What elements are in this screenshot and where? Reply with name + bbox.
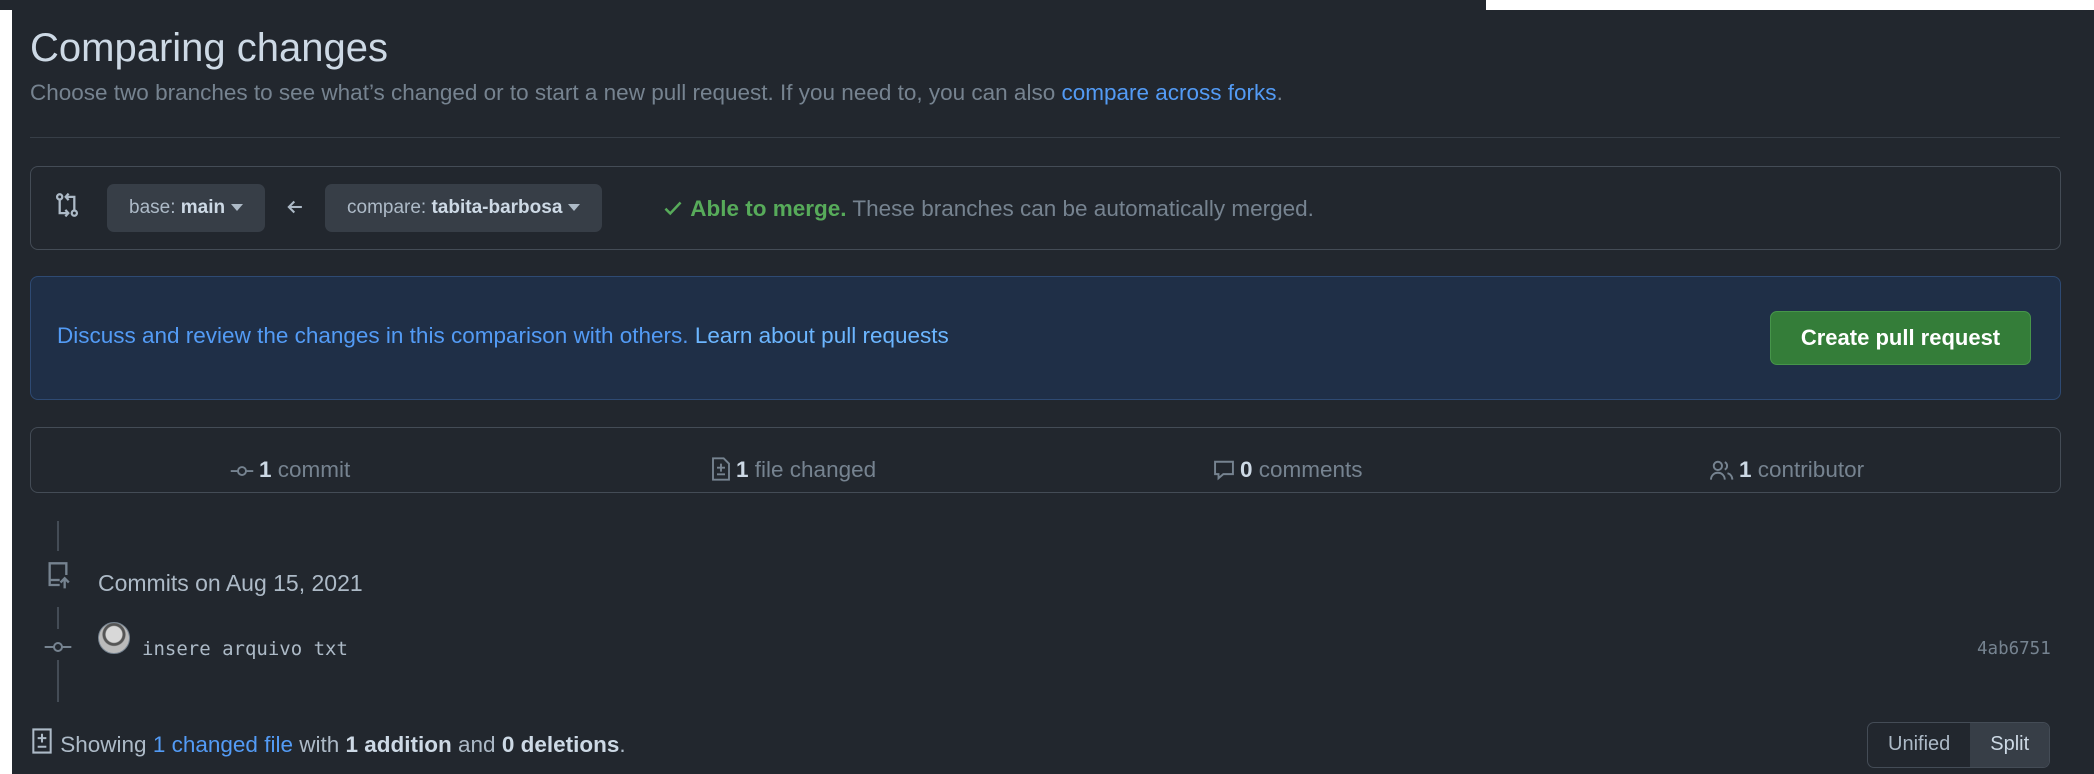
- check-icon: [664, 201, 682, 216]
- learn-pull-requests-link[interactable]: Learn about pull requests: [695, 323, 949, 348]
- stat-contributors[interactable]: 1 contributor: [1709, 457, 1864, 483]
- diff-view-toggle: Unified Split: [1867, 722, 2051, 768]
- deletions-count: 0 deletions: [501, 732, 620, 757]
- create-pull-request-button[interactable]: Create pull request: [1770, 311, 2031, 365]
- merge-status: Able to merge. These branches can be aut…: [662, 196, 1314, 222]
- timeline-line: [57, 521, 59, 551]
- chevron-down-icon: [231, 204, 244, 212]
- commits-label: commit: [277, 457, 351, 482]
- base-branch-select[interactable]: base: main: [107, 184, 266, 232]
- page-title: Comparing changes: [30, 26, 388, 70]
- stat-files[interactable]: 1 file changed: [710, 457, 876, 483]
- timeline-line: [57, 607, 59, 629]
- banner-message: Discuss and review the changes in this c…: [57, 323, 689, 348]
- diff-summary: Showing 1 changed file with 1 addition a…: [30, 728, 626, 758]
- people-icon: [1710, 460, 1734, 480]
- commit-icon: [230, 466, 254, 476]
- comments-label: comments: [1258, 457, 1363, 482]
- file-diff-icon: [712, 457, 730, 481]
- summary-end: .: [619, 732, 626, 757]
- comments-count: 0: [1240, 457, 1253, 482]
- summary-and: and: [458, 732, 496, 757]
- compare-branch-name: tabita-barbosa: [431, 197, 563, 218]
- top-strip: [0, 0, 1486, 10]
- subtitle-text: Choose two branches to see what’s change…: [30, 80, 1056, 105]
- merge-status-detail: These branches can be automatically merg…: [852, 196, 1314, 221]
- split-view-button[interactable]: Split: [1970, 723, 2050, 767]
- contributors-count: 1: [1739, 457, 1752, 482]
- subtitle-end: .: [1276, 80, 1283, 105]
- changed-files-link[interactable]: 1 changed file: [153, 732, 293, 757]
- summary-with: with: [299, 732, 340, 757]
- divider: [30, 137, 2060, 138]
- banner-text: Discuss and review the changes in this c…: [57, 323, 949, 349]
- page-subtitle: Choose two branches to see what’s change…: [30, 80, 1283, 106]
- files-label: file changed: [754, 457, 877, 482]
- git-compare-icon: [54, 192, 80, 223]
- commit-message-link[interactable]: insere arquivo txt: [142, 638, 348, 660]
- stat-commits[interactable]: 1 commit: [229, 457, 350, 483]
- avatar[interactable]: [98, 622, 130, 654]
- contributors-label: contributor: [1757, 457, 1865, 482]
- comment-icon: [1214, 460, 1234, 481]
- file-diff-icon: [32, 728, 52, 754]
- chevron-down-icon: [568, 204, 581, 212]
- files-count: 1: [736, 457, 749, 482]
- base-branch-name: main: [180, 197, 226, 218]
- commits-count: 1: [259, 457, 272, 482]
- commit-group-header: Commits on Aug 15, 2021: [98, 570, 363, 596]
- base-prefix: base:: [129, 197, 176, 218]
- compare-prefix: compare:: [347, 197, 427, 218]
- timeline-line: [57, 660, 59, 702]
- unified-view-button[interactable]: Unified: [1868, 723, 1970, 767]
- merge-status-label: Able to merge.: [690, 196, 847, 221]
- compare-branch-select[interactable]: compare: tabita-barbosa: [325, 184, 603, 232]
- additions-count: 1 addition: [345, 732, 452, 757]
- compare-page: Comparing changes Choose two branches to…: [12, 10, 2094, 774]
- commit-icon: [44, 639, 72, 660]
- compare-across-forks-link[interactable]: compare across forks: [1061, 80, 1276, 105]
- commit-sha-link[interactable]: 4ab6751: [1977, 639, 2051, 659]
- arrow-left-icon: [284, 196, 306, 223]
- summary-prefix: Showing: [60, 732, 147, 757]
- stat-comments[interactable]: 0 comments: [1212, 457, 1363, 483]
- repo-push-icon: [44, 560, 72, 595]
